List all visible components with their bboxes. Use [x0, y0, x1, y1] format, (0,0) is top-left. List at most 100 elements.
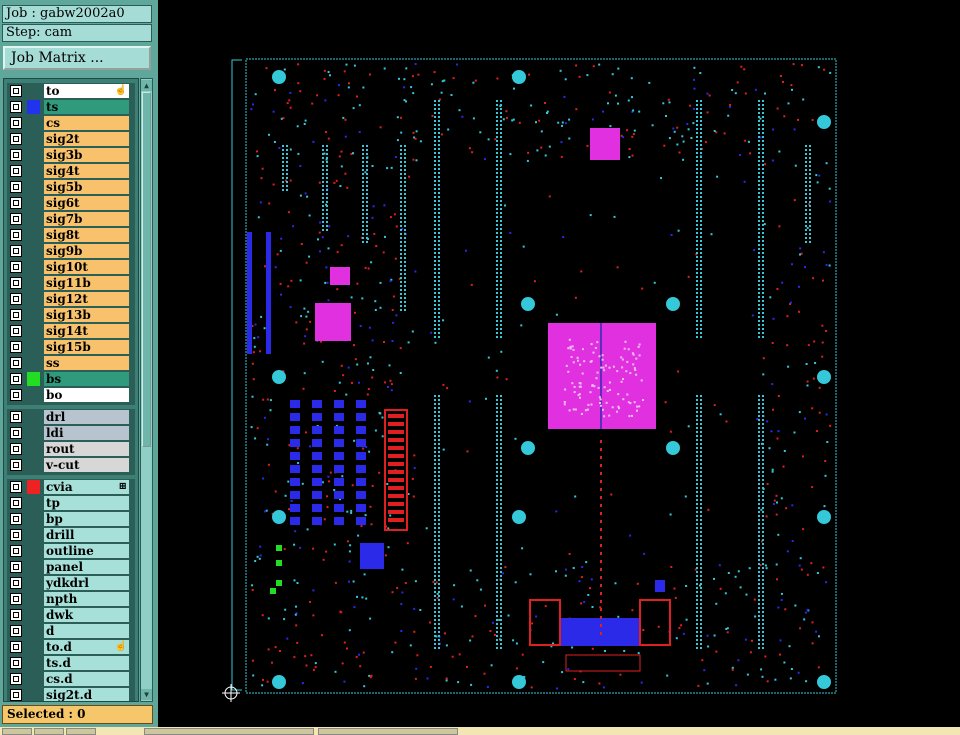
layer-visibility-checkbox[interactable] [10, 325, 22, 337]
layer-color-swatch[interactable] [27, 292, 40, 306]
layer-row-cs.d[interactable]: cs.d [7, 671, 135, 687]
layer-row-sig2t[interactable]: sig2t [7, 131, 135, 147]
layer-color-swatch[interactable] [27, 528, 40, 542]
layer-color-swatch[interactable] [27, 84, 40, 98]
layer-color-swatch[interactable] [27, 426, 40, 440]
layer-color-swatch[interactable] [27, 116, 40, 130]
layer-color-swatch[interactable] [27, 132, 40, 146]
layer-row-sig8t[interactable]: sig8t [7, 227, 135, 243]
layer-row-sig5b[interactable]: sig5b [7, 179, 135, 195]
layer-visibility-checkbox[interactable] [10, 459, 22, 471]
layer-color-swatch[interactable] [27, 244, 40, 258]
layer-visibility-checkbox[interactable] [10, 293, 22, 305]
layer-name-label[interactable]: cvia ⊞ [44, 480, 129, 494]
layer-color-swatch[interactable] [27, 544, 40, 558]
layer-visibility-checkbox[interactable] [10, 427, 22, 439]
layer-name-label[interactable]: rout [44, 442, 129, 456]
layer-row-drl[interactable]: drl [7, 409, 135, 425]
layer-color-swatch[interactable] [27, 100, 40, 114]
layer-visibility-checkbox[interactable] [10, 133, 22, 145]
layer-visibility-checkbox[interactable] [10, 165, 22, 177]
layer-name-label[interactable]: ydkdrl [44, 576, 129, 590]
layer-color-swatch[interactable] [27, 324, 40, 338]
layer-name-label[interactable]: npth [44, 592, 129, 606]
layer-color-swatch[interactable] [27, 372, 40, 386]
layer-name-label[interactable]: v-cut [44, 458, 129, 472]
toolbar-button[interactable] [2, 728, 32, 735]
layer-visibility-checkbox[interactable] [10, 357, 22, 369]
layer-visibility-checkbox[interactable] [10, 261, 22, 273]
layer-color-swatch[interactable] [27, 512, 40, 526]
layer-visibility-checkbox[interactable] [10, 181, 22, 193]
layer-visibility-checkbox[interactable] [10, 529, 22, 541]
layer-visibility-checkbox[interactable] [10, 609, 22, 621]
layer-row-to[interactable]: to ☝ [7, 83, 135, 99]
layer-name-label[interactable]: panel [44, 560, 129, 574]
layer-color-swatch[interactable] [27, 180, 40, 194]
layer-name-label[interactable]: to ☝ [44, 84, 129, 98]
layer-name-label[interactable]: sig11b [44, 276, 129, 290]
layer-name-label[interactable]: bs [44, 372, 129, 386]
layer-name-label[interactable]: dwk [44, 608, 129, 622]
layer-color-swatch[interactable] [27, 308, 40, 322]
layer-name-label[interactable]: ss [44, 356, 129, 370]
layer-visibility-checkbox[interactable] [10, 373, 22, 385]
layer-visibility-checkbox[interactable] [10, 497, 22, 509]
layer-name-label[interactable]: ts [44, 100, 129, 114]
layer-row-v-cut[interactable]: v-cut [7, 457, 135, 473]
layer-name-label[interactable]: ldi [44, 426, 129, 440]
layer-color-swatch[interactable] [27, 410, 40, 424]
layer-color-swatch[interactable] [27, 340, 40, 354]
layer-row-ts[interactable]: ts [7, 99, 135, 115]
layer-name-label[interactable]: sig6t [44, 196, 129, 210]
layer-row-sig4t[interactable]: sig4t [7, 163, 135, 179]
graphics-view[interactable] [158, 0, 960, 727]
layer-visibility-checkbox[interactable] [10, 545, 22, 557]
layer-color-swatch[interactable] [27, 480, 40, 494]
layer-row-d[interactable]: d [7, 623, 135, 639]
layer-row-tp[interactable]: tp [7, 495, 135, 511]
layer-row-panel[interactable]: panel [7, 559, 135, 575]
layer-name-label[interactable]: bo [44, 388, 129, 402]
layer-visibility-checkbox[interactable] [10, 277, 22, 289]
layer-visibility-checkbox[interactable] [10, 149, 22, 161]
layer-visibility-checkbox[interactable] [10, 481, 22, 493]
layer-name-label[interactable]: sig5b [44, 180, 129, 194]
layer-visibility-checkbox[interactable] [10, 641, 22, 653]
layer-name-label[interactable]: sig4t [44, 164, 129, 178]
layer-row-sig12t[interactable]: sig12t [7, 291, 135, 307]
layer-list-scrollbar[interactable]: ▲ ▼ [140, 78, 153, 702]
scroll-up-arrow-icon[interactable]: ▲ [141, 80, 152, 91]
layer-visibility-checkbox[interactable] [10, 673, 22, 685]
layer-color-swatch[interactable] [27, 576, 40, 590]
layer-color-swatch[interactable] [27, 260, 40, 274]
layer-name-label[interactable]: to.d ☝ [44, 640, 129, 654]
layer-name-label[interactable]: sig10t [44, 260, 129, 274]
scroll-down-arrow-icon[interactable]: ▼ [141, 689, 152, 700]
layer-visibility-checkbox[interactable] [10, 389, 22, 401]
layer-row-sig15b[interactable]: sig15b [7, 339, 135, 355]
layer-row-sig6t[interactable]: sig6t [7, 195, 135, 211]
layer-visibility-checkbox[interactable] [10, 577, 22, 589]
layer-name-label[interactable]: tp [44, 496, 129, 510]
layer-visibility-checkbox[interactable] [10, 657, 22, 669]
layer-row-sig14t[interactable]: sig14t [7, 323, 135, 339]
layer-name-label[interactable]: d [44, 624, 129, 638]
layer-visibility-checkbox[interactable] [10, 85, 22, 97]
layer-row-dwk[interactable]: dwk [7, 607, 135, 623]
layer-visibility-checkbox[interactable] [10, 561, 22, 573]
layer-name-label[interactable]: outline [44, 544, 129, 558]
toolbar-input[interactable] [318, 728, 458, 735]
layer-visibility-checkbox[interactable] [10, 593, 22, 605]
layer-visibility-checkbox[interactable] [10, 197, 22, 209]
layer-color-swatch[interactable] [27, 688, 40, 701]
layer-color-swatch[interactable] [27, 164, 40, 178]
layer-name-label[interactable]: drill [44, 528, 129, 542]
layer-color-swatch[interactable] [27, 640, 40, 654]
layer-visibility-checkbox[interactable] [10, 309, 22, 321]
layer-row-sig11b[interactable]: sig11b [7, 275, 135, 291]
layer-visibility-checkbox[interactable] [10, 117, 22, 129]
layer-name-label[interactable]: ts.d [44, 656, 129, 670]
layer-color-swatch[interactable] [27, 592, 40, 606]
layer-row-bp[interactable]: bp [7, 511, 135, 527]
